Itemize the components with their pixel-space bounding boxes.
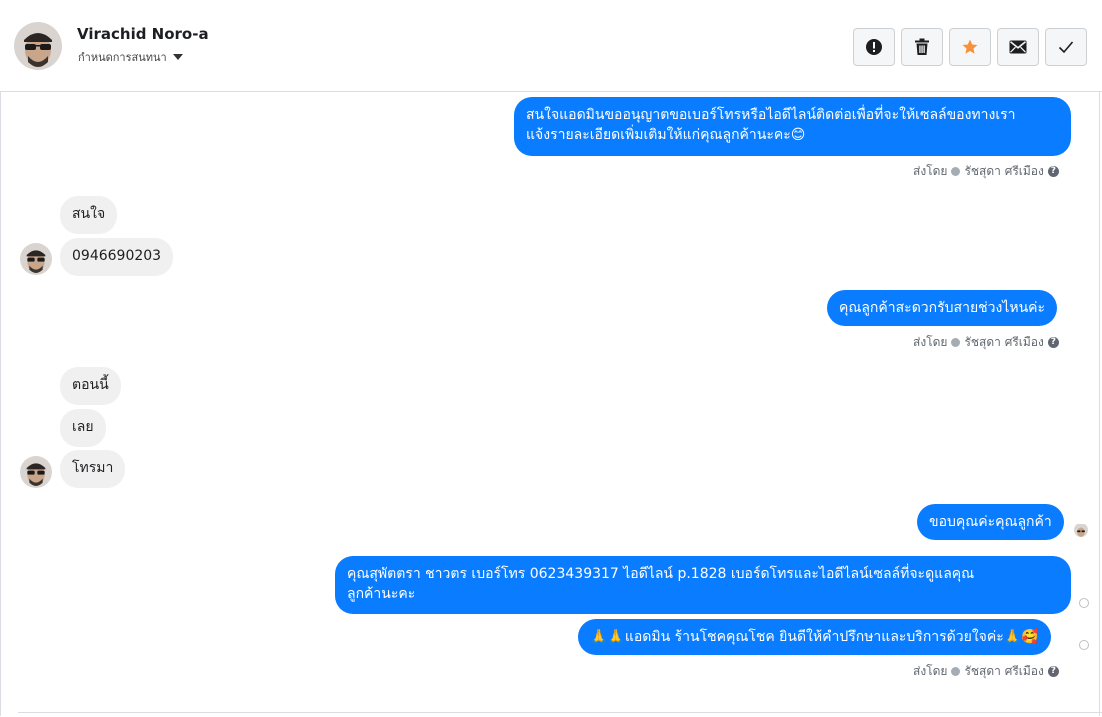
assign-conversation-dropdown[interactable]: กำหนดการสนทนา bbox=[78, 48, 183, 66]
message-text: ตอนนี้ bbox=[72, 377, 109, 393]
delivered-icon bbox=[1079, 640, 1089, 650]
message-text-line: สนใจแอดมินขออนุญาตขอเบอร์โทรหรือไอดีไลน์… bbox=[526, 107, 1016, 123]
message-outgoing: 🙏🙏แอดมิน ร้านโชคคุณโชค ยินดีให้คำปรึกษาแ… bbox=[578, 619, 1051, 655]
sent-by-meta: ส่งโดย รัชสุดา ศรีเมือง ? bbox=[913, 162, 1059, 181]
sent-by-prefix: ส่งโดย bbox=[913, 664, 948, 678]
assign-label: กำหนดการสนทนา bbox=[78, 51, 167, 64]
sender-avatar bbox=[20, 243, 52, 275]
message-incoming: โทรมา bbox=[60, 450, 126, 488]
check-icon bbox=[1058, 41, 1074, 54]
message-text-line: คุณสุพัตตรา ชาวตร เบอร์โทร 0623439317 ไอ… bbox=[347, 566, 975, 582]
message-text: สนใจ bbox=[72, 206, 106, 222]
help-icon[interactable]: ? bbox=[1047, 337, 1059, 348]
message-text: 0946690203 bbox=[72, 248, 162, 264]
sent-by-prefix: ส่งโดย bbox=[913, 164, 948, 178]
delete-button[interactable] bbox=[901, 28, 943, 66]
alert-icon bbox=[866, 39, 882, 55]
message-text-line: ลูกค้านะคะ bbox=[347, 586, 416, 602]
delivered-icon bbox=[1079, 598, 1089, 608]
sender-avatar bbox=[20, 456, 52, 488]
message-incoming: เลย bbox=[60, 409, 106, 447]
message-text: 🙏🙏แอดมิน ร้านโชคคุณโชค ยินดีให้คำปรึกษาแ… bbox=[590, 629, 1039, 645]
sent-by-meta: ส่งโดย รัชสุดา ศรีเมือง ? bbox=[913, 662, 1059, 681]
mail-icon bbox=[1009, 40, 1027, 54]
agent-name: รัชสุดา ศรีเมือง bbox=[964, 164, 1044, 178]
message-outgoing: สนใจแอดมินขออนุญาตขอเบอร์โทรหรือไอดีไลน์… bbox=[514, 97, 1071, 156]
help-icon[interactable]: ? bbox=[1047, 166, 1059, 177]
message-text: โทรมา bbox=[72, 460, 114, 476]
message-text: เลย bbox=[72, 419, 94, 435]
agent-name: รัชสุดา ศรีเมือง bbox=[964, 664, 1044, 678]
message-incoming: ตอนนี้ bbox=[60, 367, 121, 405]
message-composer[interactable] bbox=[18, 712, 1102, 717]
message-outgoing: คุณลูกค้าสะดวกรับสายช่วงไหนค่ะ bbox=[827, 290, 1058, 326]
seen-avatar bbox=[1074, 523, 1088, 537]
trash-icon bbox=[915, 38, 929, 55]
message-incoming: 0946690203 bbox=[60, 238, 174, 276]
help-icon[interactable]: ? bbox=[1047, 666, 1059, 677]
header-actions bbox=[853, 28, 1087, 66]
message-outgoing: คุณสุพัตตรา ชาวตร เบอร์โทร 0623439317 ไอ… bbox=[335, 556, 1071, 614]
agent-status-icon bbox=[951, 167, 961, 176]
message-outgoing: ขอบคุณค่ะคุณลูกค้า bbox=[917, 504, 1064, 540]
message-incoming: สนใจ bbox=[60, 196, 118, 234]
user-name: Virachid Noro-a bbox=[77, 25, 209, 43]
agent-status-icon bbox=[951, 667, 961, 676]
user-avatar[interactable] bbox=[14, 22, 62, 70]
agent-name: รัชสุดา ศรีเมือง bbox=[964, 335, 1044, 349]
message-text-line: แจ้งรายละเอียดเพิ่มเติมให้แก่คุณลูกค้านะ… bbox=[526, 127, 806, 143]
mark-done-button[interactable] bbox=[1045, 28, 1087, 66]
agent-status-icon bbox=[951, 338, 961, 347]
message-text: ขอบคุณค่ะคุณลูกค้า bbox=[929, 514, 1052, 530]
caret-down-icon bbox=[172, 54, 183, 60]
mark-unread-button[interactable] bbox=[997, 28, 1039, 66]
message-text: คุณลูกค้าสะดวกรับสายช่วงไหนค่ะ bbox=[839, 300, 1046, 316]
sent-by-prefix: ส่งโดย bbox=[913, 335, 948, 349]
sent-by-meta: ส่งโดย รัชสุดา ศรีเมือง ? bbox=[913, 333, 1059, 352]
star-icon bbox=[962, 39, 978, 54]
conversation-header: Virachid Noro-a กำหนดการสนทนา bbox=[0, 0, 1102, 92]
mark-spam-button[interactable] bbox=[853, 28, 895, 66]
star-button[interactable] bbox=[949, 28, 991, 66]
